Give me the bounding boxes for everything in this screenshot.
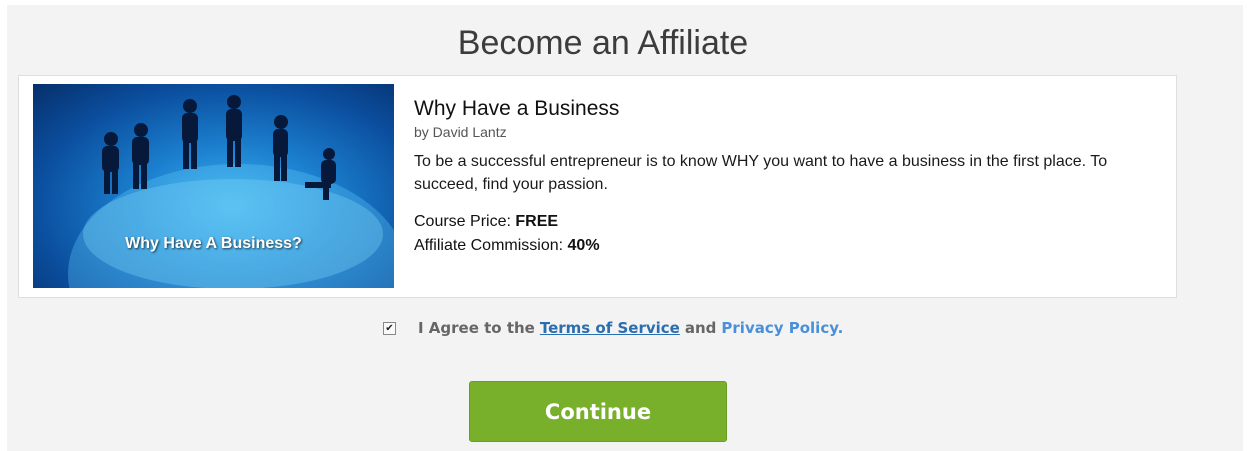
course-price-value: FREE <box>515 213 559 230</box>
course-author: by David Lantz <box>414 124 507 140</box>
agree-checkbox[interactable]: ✔ <box>383 321 396 335</box>
image-caption: Why Have A Business? <box>125 235 302 252</box>
page-title: Become an Affiliate <box>457 24 749 62</box>
affiliate-commission: Affiliate Commission: 40% <box>414 234 1164 258</box>
affiliate-commission-label: Affiliate Commission: <box>414 237 568 254</box>
privacy-policy-link[interactable]: Privacy Policy. <box>721 319 843 337</box>
agree-and: and <box>684 319 717 337</box>
agreement-row: ✔ I Agree to the Terms of Service and Pr… <box>369 319 843 337</box>
course-image: Why Have A Business? <box>33 84 394 288</box>
course-price-label: Course Price: <box>414 213 516 230</box>
affiliate-commission-value: 40% <box>567 237 600 254</box>
course-info: Why Have a Business by David Lantz To be… <box>414 96 1164 258</box>
continue-button[interactable]: Continue <box>469 381 727 442</box>
agree-prefix: I Agree to the <box>418 319 535 337</box>
course-card: Why Have A Business? Why Have a Business… <box>18 75 1177 298</box>
globe-people-illustration <box>68 95 394 288</box>
affiliate-panel: Become an Affiliate Why Have A Business?… <box>7 5 1243 451</box>
course-price: Course Price: FREE <box>414 210 1164 234</box>
course-description: To be a successful entrepreneur is to kn… <box>414 153 1108 193</box>
terms-of-service-link[interactable]: Terms of Service <box>540 319 680 337</box>
course-title: Why Have a Business <box>414 97 620 120</box>
